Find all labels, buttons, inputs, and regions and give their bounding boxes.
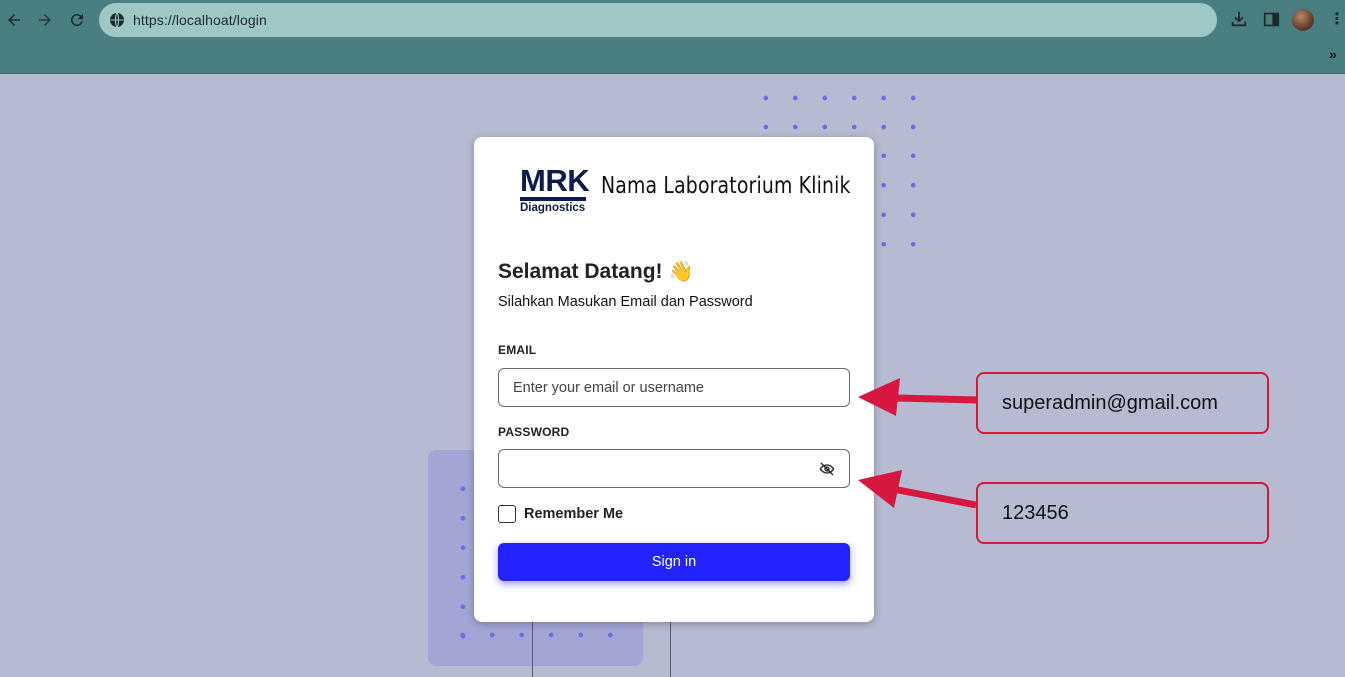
arrow-to-email-icon bbox=[858, 378, 979, 416]
annotation-arrows bbox=[858, 378, 979, 509]
password-credential-note: 123456 bbox=[976, 482, 1269, 544]
email-credential-note: superadmin@gmail.com bbox=[976, 372, 1269, 434]
arrow-to-password-icon bbox=[858, 470, 977, 509]
